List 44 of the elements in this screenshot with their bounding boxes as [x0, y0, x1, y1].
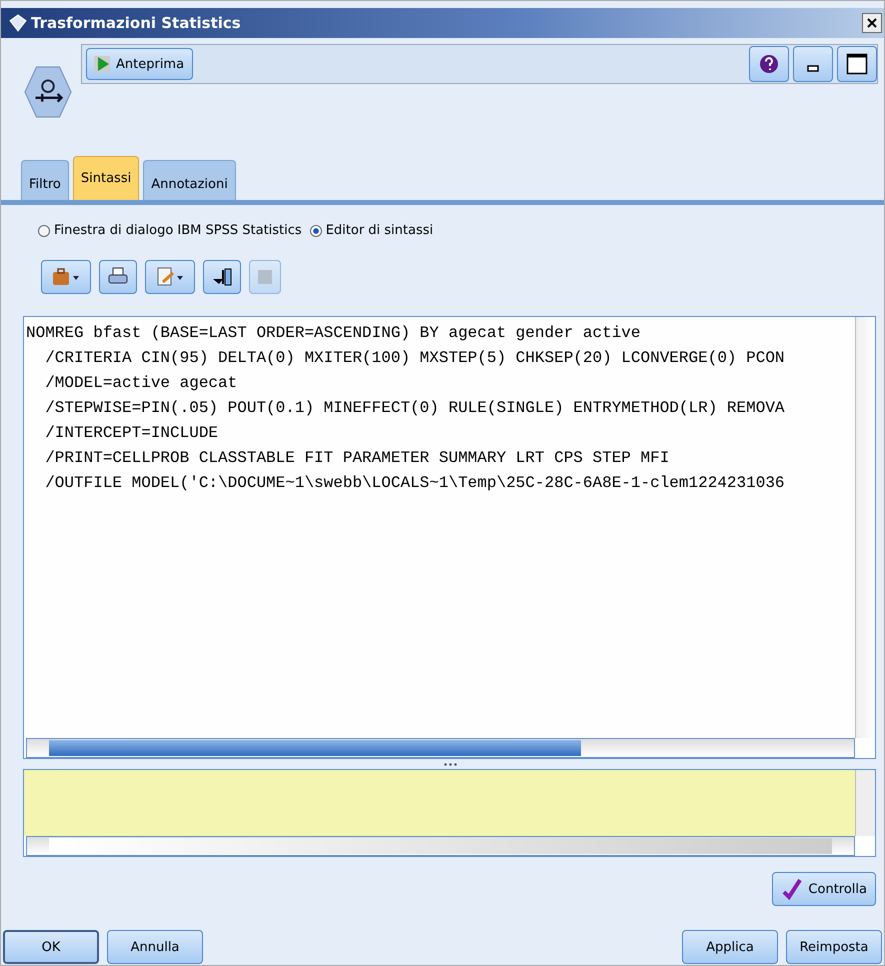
square-icon — [255, 267, 275, 287]
code-line: /INTERCEPT=INCLUDE — [44, 423, 220, 444]
dialog-button[interactable]: Applica — [682, 930, 778, 964]
run-to-cursor-button[interactable] — [203, 260, 241, 294]
help-icon — [759, 54, 779, 74]
close-icon — [867, 18, 877, 28]
radio-option[interactable]: Editor di sintassi — [310, 223, 434, 238]
play-icon — [93, 55, 111, 73]
maximize-icon — [846, 53, 868, 75]
code-line: /PRINT=CELLPROB CLASSTABLE FIT PARAMETER SUMMARY LRT CPS STEP MFI — [44, 448, 670, 469]
tab[interactable]: Sintassi — [72, 156, 140, 200]
dialog-button[interactable]: Annulla — [107, 930, 203, 964]
code-line: /STEPWISE=PIN(.05) POUT(0.1) MINEFFECT(0) RULE(SINGLE) ENTRYMETHOD(LR) REMOVA — [44, 398, 786, 419]
syntax-editor[interactable] — [23, 316, 876, 759]
check-button[interactable]: Controlla — [772, 872, 876, 906]
briefcase-dropdown-button[interactable] — [41, 260, 91, 294]
print-button[interactable] — [99, 260, 137, 294]
minimize-icon — [807, 64, 819, 72]
code-line: /MODEL=active agecat — [44, 373, 238, 394]
dialog-button[interactable]: OK — [3, 930, 99, 964]
dialog-button[interactable]: Reimposta — [786, 930, 882, 964]
node-hexagon-icon — [23, 64, 73, 120]
radio-option[interactable]: Finestra di dialogo IBM SPSS Statistics — [38, 223, 302, 238]
briefcase-icon — [51, 267, 81, 287]
edit-document-dropdown-button[interactable] — [145, 260, 195, 294]
horizontal-scrollbar[interactable] — [26, 836, 855, 856]
splitter-handle[interactable] — [442, 762, 456, 766]
help-button[interactable] — [749, 46, 789, 82]
horizontal-scrollbar[interactable] — [26, 738, 855, 758]
close-button[interactable] — [862, 13, 882, 33]
window-title: Trasformazioni Statistics — [31, 14, 242, 32]
code-line: NOMREG bfast (BASE=LAST ORDER=ASCENDING) BY agecat gender active — [26, 323, 642, 344]
tab[interactable]: Annotazioni — [143, 160, 236, 200]
preview-button[interactable]: Anteprima — [86, 48, 194, 80]
document-pencil-icon — [155, 267, 185, 287]
code-line: /OUTFILE MODEL('C:\DOCUME~1\swebb\LOCALS~1\Temp\25C-28C-6A8E-1-clem1224231036 — [44, 473, 786, 494]
arrow-bar-icon — [211, 267, 233, 287]
vertical-scrollbar[interactable] — [855, 770, 875, 836]
checkmark-icon — [781, 878, 804, 900]
diamond-icon — [9, 14, 27, 32]
code-line: /CRITERIA CIN(95) DELTA(0) MXITER(100) MXSTEP(5) CHKSEP(20) LCONVERGE(0) PCON — [44, 348, 786, 369]
tab[interactable]: Filtro — [21, 160, 69, 200]
minimize-button[interactable] — [793, 46, 833, 82]
maximize-button[interactable] — [837, 46, 877, 82]
